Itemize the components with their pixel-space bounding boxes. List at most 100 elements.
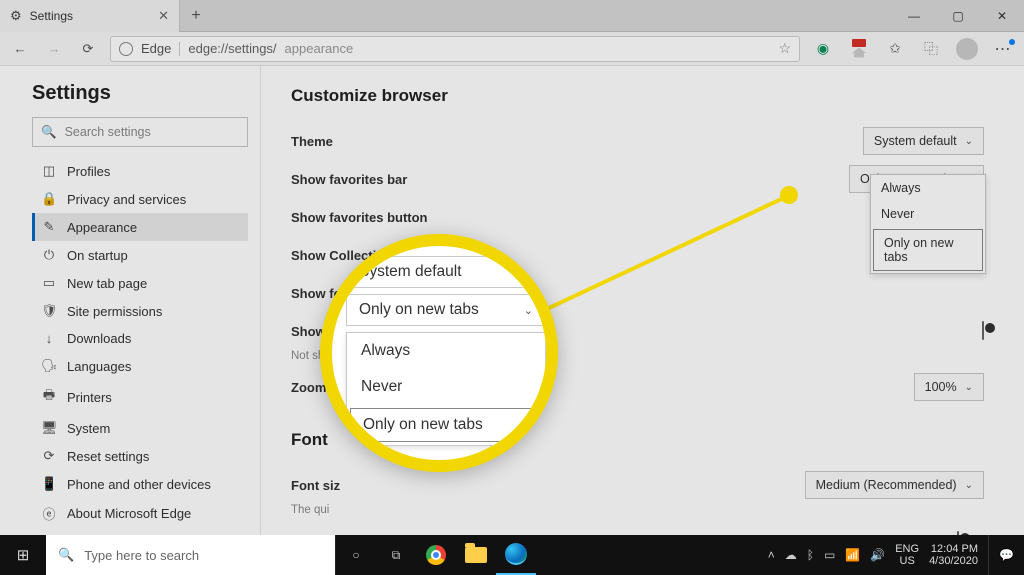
task-view-button[interactable]: ⧉ [376, 535, 416, 575]
search-icon: 🔍 [41, 125, 57, 140]
sidebar-item-label: Privacy and services [67, 192, 186, 207]
magnifier-callout: System default⌄ Only on new tabs⌄ Always… [320, 234, 558, 472]
close-icon[interactable]: ✕ [158, 8, 169, 24]
sidebar-item-about-microsoft-edge[interactable]: ⓔ About Microsoft Edge [32, 498, 248, 529]
sidebar-item-label: System [67, 421, 110, 436]
tray-bluetooth-icon[interactable]: ᛒ [807, 548, 814, 562]
new-tab-button[interactable]: + [180, 7, 212, 25]
zoom-label: Zoom [291, 380, 326, 395]
refresh-button[interactable]: ⟳ [76, 41, 100, 57]
taskbar-search-placeholder: Type here to search [84, 548, 199, 563]
more-menu-button[interactable]: ⋯ [990, 36, 1016, 62]
back-button[interactable]: ← [8, 41, 32, 56]
sidebar-item-icon: 🖶 [41, 386, 57, 408]
tray-volume-icon[interactable]: 🔊 [870, 548, 885, 562]
close-window-button[interactable]: ✕ [980, 0, 1024, 32]
sidebar-item-on-startup[interactable]: ⏻On startup [32, 241, 248, 269]
sidebar-item-printers[interactable]: 🖶 Printers [32, 380, 248, 414]
taskbar-app-chrome[interactable] [416, 535, 456, 575]
sidebar-item-icon: ▭ [41, 275, 57, 291]
sidebar-item-icon: 🛡 [41, 303, 57, 319]
forward-button[interactable]: → [42, 41, 66, 56]
sidebar-item-appearance[interactable]: ✎ Appearance [32, 213, 248, 241]
url-prefix: edge://settings/ [188, 41, 276, 56]
sidebar-item-profiles[interactable]: ◫ Profiles [32, 157, 248, 185]
settings-title: Settings [32, 82, 248, 105]
sidebar-item-label: Reset settings [67, 449, 149, 464]
sidebar-item-label: Printers [67, 390, 112, 405]
window-controls: — ▢ ✕ [892, 0, 1024, 32]
taskbar-app-edge[interactable] [496, 535, 536, 575]
browser-tabbar: ⚙ Settings ✕ + — ▢ ✕ [0, 0, 1024, 32]
magnifier-favbar-dropdown: Only on new tabs⌄ [346, 294, 546, 326]
favorites-bar-option-always[interactable]: Always [871, 175, 985, 201]
sidebar-item-new-tab-page[interactable]: ▭New tab page [32, 269, 248, 297]
tray-onedrive-icon[interactable]: ☁ [785, 548, 797, 562]
search-settings-input[interactable]: 🔍 Search settings [32, 117, 248, 147]
url-rest: appearance [285, 41, 354, 56]
collections-button[interactable]: ⿻ [918, 36, 944, 62]
sidebar-item-icon: 🔒 [41, 191, 57, 207]
cortana-button[interactable]: ○ [336, 535, 376, 575]
sidebar-item-site-permissions[interactable]: 🛡 Site permissions [32, 297, 248, 325]
start-button[interactable]: ⊞ [0, 535, 46, 575]
system-tray: ˄ ☁ ᛒ ▭ 📶 🔊 ENG US 12:04 PM 4/30/2020 [758, 543, 988, 567]
sidebar-item-system[interactable]: 🖥System [32, 414, 248, 442]
tray-clock[interactable]: 12:04 PM 4/30/2020 [929, 543, 978, 567]
profile-avatar[interactable] [954, 36, 980, 62]
sidebar-item-icon: ◫ [41, 163, 57, 179]
sidebar-item-icon: ✎ [41, 219, 57, 235]
magnifier-option-never: Never [347, 369, 545, 405]
action-center-button[interactable]: 💬 [988, 535, 1024, 575]
chevron-down-icon: ⌄ [965, 480, 973, 491]
sidebar-item-label: Profiles [67, 164, 110, 179]
extension-home-icon[interactable] [846, 36, 872, 62]
chevron-down-icon: ⌄ [965, 136, 973, 147]
tray-chevron-up-icon[interactable]: ˄ [768, 548, 775, 562]
sidebar-item-icon: ⏻ [41, 247, 57, 263]
favorites-bar-option-newtabs[interactable]: Only on new tabs [873, 229, 983, 271]
minimize-button[interactable]: — [892, 0, 936, 32]
tray-wifi-icon[interactable]: 📶 [845, 548, 860, 562]
font-size-label: Font siz [291, 478, 340, 493]
sidebar-item-label: Downloads [67, 331, 131, 346]
tray-battery-icon[interactable]: ▭ [824, 548, 835, 562]
extension-circle-icon[interactable]: ◉ [810, 36, 836, 62]
sidebar-item-label: Site permissions [67, 304, 162, 319]
maximize-button[interactable]: ▢ [936, 0, 980, 32]
taskbar-search-box[interactable]: 🔍 Type here to search [46, 535, 336, 575]
gear-icon: ⚙ [10, 8, 22, 24]
magnifier-option-newtabs: Only on new tabs [350, 408, 542, 442]
sidebar-item-reset-settings[interactable]: ⟳ Reset settings [32, 442, 248, 470]
sidebar-item-icon: ↓ [41, 331, 57, 346]
zoom-dropdown[interactable]: 100%⌄ [914, 373, 984, 401]
sidebar-item-icon: ⓔ [41, 504, 57, 523]
font-preview-text: The qui [291, 504, 984, 516]
favorites-bar-option-never[interactable]: Never [871, 201, 985, 227]
sidebar-item-icon: ⟳ [41, 448, 57, 464]
font-size-dropdown[interactable]: Medium (Recommended)⌄ [805, 471, 984, 499]
search-placeholder: Search settings [65, 125, 151, 139]
sidebar-item-languages[interactable]: 🗣Languages [32, 352, 248, 380]
sidebar-item-label: Appearance [67, 220, 137, 235]
sidebar-item-label: About Microsoft Edge [67, 506, 191, 521]
chevron-down-icon: ⌄ [965, 382, 973, 393]
magnifier-option-always: Always [347, 333, 545, 369]
theme-dropdown[interactable]: System default⌄ [863, 127, 984, 155]
address-bar[interactable]: Edge edge://settings/appearance ☆ [110, 36, 800, 62]
favorite-star-icon[interactable]: ☆ [778, 40, 791, 57]
taskbar-app-explorer[interactable] [456, 535, 496, 575]
favorites-button[interactable]: ✩ [882, 36, 908, 62]
tab-title: Settings [30, 9, 73, 23]
sidebar-item-privacy-and-services[interactable]: 🔒 Privacy and services [32, 185, 248, 213]
favorites-bar-dropdown-menu: Always Never Only on new tabs [870, 174, 986, 274]
favorites-button-label: Show favorites button [291, 210, 428, 225]
browser-toolbar: ← → ⟳ Edge edge://settings/appearance ☆ … [0, 32, 1024, 66]
home-button-toggle[interactable] [982, 321, 984, 340]
settings-nav-list: ◫ Profiles 🔒 Privacy and services ✎ Appearanc… [32, 157, 248, 529]
sidebar-item-phone-and-other-devices[interactable]: 📱Phone and other devices [32, 470, 248, 498]
magnifier-dropdown-menu: Always Never Only on new tabs [346, 332, 546, 446]
sidebar-item-downloads[interactable]: ↓ Downloads [32, 325, 248, 352]
tray-language[interactable]: ENG US [895, 543, 919, 567]
browser-tab-settings[interactable]: ⚙ Settings ✕ [0, 0, 180, 32]
